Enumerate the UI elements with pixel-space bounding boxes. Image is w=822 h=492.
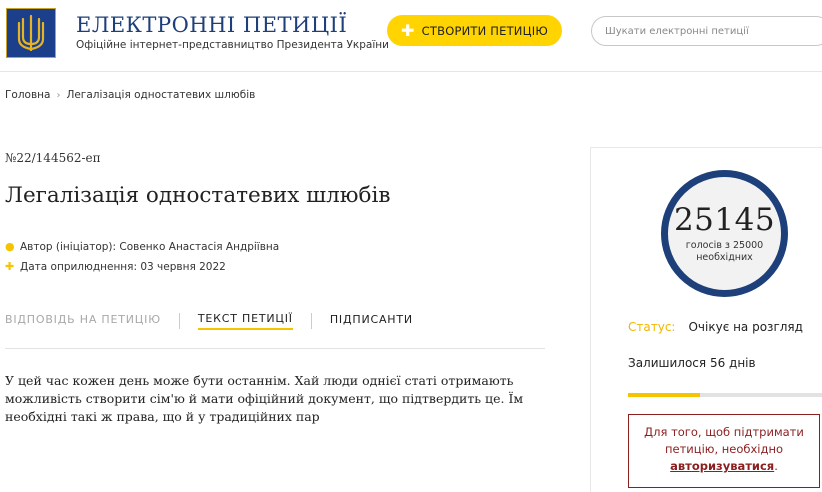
remaining-progress-bar	[628, 393, 822, 397]
petition-author: ● Автор (ініціатор): Совенко Анастасія А…	[5, 240, 279, 253]
trident-emblem-icon[interactable]	[6, 8, 56, 58]
content-divider	[5, 348, 545, 349]
plus-icon: ✚	[5, 260, 15, 273]
trident-icon	[17, 14, 45, 51]
votes-count: 25145	[673, 202, 776, 238]
status-value: Очікує на розгляд	[688, 320, 803, 334]
person-icon: ●	[5, 240, 15, 253]
site-header: ЕЛЕКТРОННІ ПЕТИЦІЇ Офіційне інтернет-пре…	[0, 0, 822, 72]
tab-signers[interactable]: ПІДПИСАНТИ	[330, 313, 413, 329]
days-remaining: Залишилося 56 днів	[628, 356, 756, 370]
votes-counter: 25145 голосів з 25000 необхідних	[661, 170, 788, 297]
petition-date-text: Дата оприлюднення: 03 червня 2022	[20, 260, 226, 273]
site-subtitle: Офіційне інтернет-представництво Президе…	[76, 39, 389, 51]
petition-date: ✚ Дата оприлюднення: 03 червня 2022	[5, 260, 226, 273]
petition-status: Статус: Очікує на розгляд	[628, 320, 803, 334]
auth-notice: Для того, щоб підтримати петицію, необхі…	[628, 414, 820, 488]
votes-caption: голосів з 25000 необхідних	[685, 240, 764, 263]
chevron-right-icon: ›	[56, 90, 61, 101]
auth-notice-suffix: .	[774, 459, 778, 473]
breadcrumb: Головна › Легалізація одностатевих шлюбів	[5, 89, 255, 101]
search-input[interactable]	[591, 16, 822, 46]
status-label: Статус:	[628, 320, 676, 334]
petition-number: №22/144562-еп	[5, 151, 101, 165]
tab-response[interactable]: ВІДПОВІДЬ НА ПЕТИЦІЮ	[5, 313, 161, 329]
petition-tabs: ВІДПОВІДЬ НА ПЕТИЦІЮ ТЕКСТ ПЕТИЦІЇ ПІДПИ…	[5, 310, 413, 332]
plus-icon: ✚	[401, 20, 415, 40]
breadcrumb-current: Легалізація одностатевих шлюбів	[66, 89, 256, 101]
remaining-progress-fill	[628, 393, 700, 397]
login-link[interactable]: авторизуватися	[670, 459, 774, 473]
page-title: Легалізація одностатевих шлюбів	[5, 183, 391, 208]
petition-author-text: Автор (ініціатор): Совенко Анастасія Анд…	[20, 240, 280, 253]
create-petition-button[interactable]: ✚ СТВОРИТИ ПЕТИЦІЮ	[387, 15, 562, 46]
tab-divider	[310, 313, 312, 329]
site-title[interactable]: ЕЛЕКТРОННІ ПЕТИЦІЇ	[76, 13, 347, 37]
create-petition-label: СТВОРИТИ ПЕТИЦІЮ	[421, 23, 548, 38]
petition-body-text: У цей час кожен день може бути останнім.…	[5, 373, 524, 424]
tab-divider	[178, 313, 180, 329]
tab-text[interactable]: ТЕКСТ ПЕТИЦІЇ	[197, 312, 293, 330]
auth-notice-text: Для того, щоб підтримати петицію, необхі…	[644, 425, 804, 456]
breadcrumb-home[interactable]: Головна	[5, 89, 50, 101]
